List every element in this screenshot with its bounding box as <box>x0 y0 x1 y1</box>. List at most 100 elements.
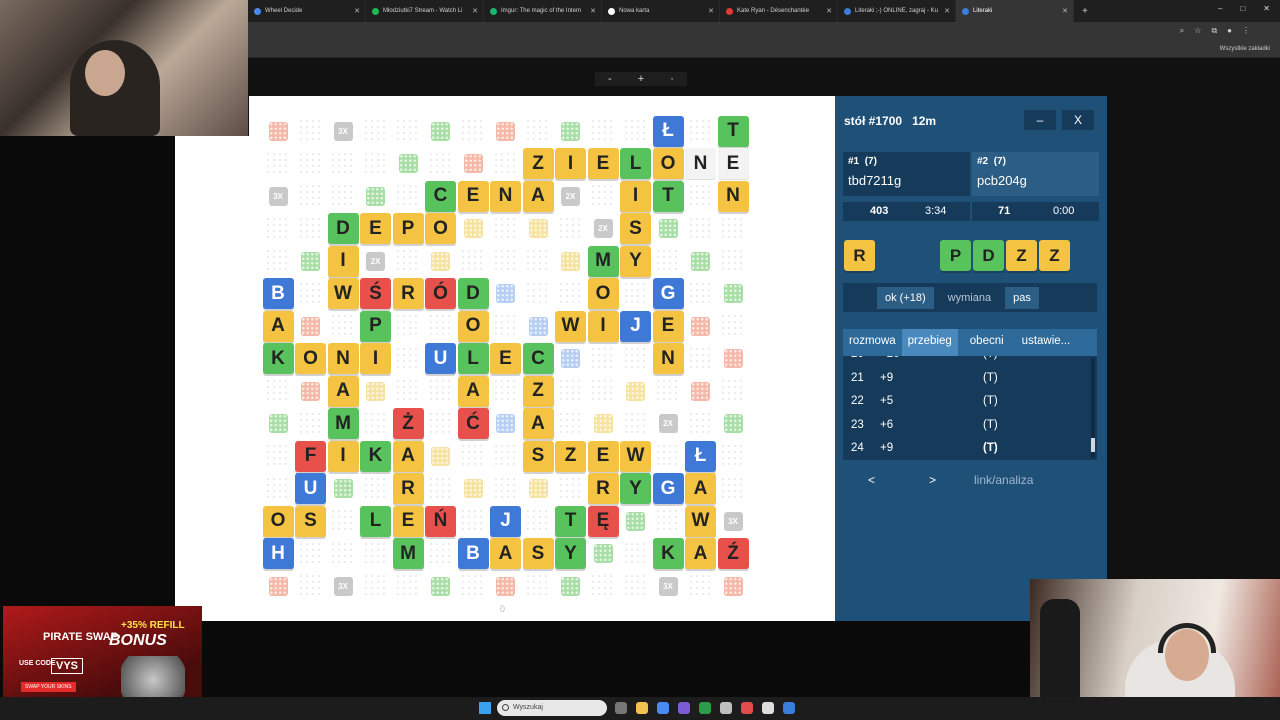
board-cell-bonus[interactable] <box>555 245 587 277</box>
board-cell-tile[interactable]: E <box>587 148 619 180</box>
menu-icon[interactable]: ⋮ <box>1242 26 1250 36</box>
board-cell-empty[interactable] <box>360 538 392 570</box>
board-cell-empty[interactable] <box>490 440 522 472</box>
board-cell-empty[interactable] <box>425 310 457 342</box>
board-cell-empty[interactable] <box>295 148 327 180</box>
close-tab-icon[interactable]: ✕ <box>944 7 950 15</box>
move-history-list[interactable]: 20 +20 (T) 21 +9 (T) 22 +5 (T) 23 +6 (T) 24 +9 (T) <box>843 356 1097 460</box>
profile-icon[interactable]: ● <box>1227 26 1232 36</box>
board-cell-empty[interactable] <box>717 375 749 407</box>
board-cell-tile[interactable]: T <box>717 115 749 147</box>
board-cell-empty[interactable] <box>620 343 652 375</box>
board-cell-tile[interactable]: W <box>327 278 359 310</box>
board-cell-empty[interactable] <box>425 375 457 407</box>
board-cell-bonus[interactable]: 3X <box>262 180 294 212</box>
board-cell-empty[interactable] <box>620 570 652 602</box>
board-cell-tile[interactable]: S <box>620 213 652 245</box>
board-cell-empty[interactable] <box>587 180 619 212</box>
board-cell-empty[interactable] <box>457 115 489 147</box>
board-cell-bonus[interactable] <box>425 440 457 472</box>
board-cell-tile[interactable]: I <box>620 180 652 212</box>
app-icon[interactable] <box>699 702 711 714</box>
board-cell-bonus[interactable] <box>555 570 587 602</box>
board-cell-empty[interactable] <box>457 440 489 472</box>
board-cell-empty[interactable] <box>490 310 522 342</box>
board-cell-tile[interactable]: Ł <box>685 440 717 472</box>
star-icon[interactable]: ☆ <box>1194 26 1201 36</box>
app-icon[interactable] <box>741 702 753 714</box>
close-tab-icon[interactable]: ✕ <box>590 7 596 15</box>
board-cell-tile[interactable]: P <box>392 213 424 245</box>
board-cell-empty[interactable] <box>652 505 684 537</box>
board-cell-tile[interactable]: Ź <box>717 538 749 570</box>
board-cell-empty[interactable] <box>295 408 327 440</box>
board-cell-empty[interactable] <box>490 375 522 407</box>
board-cell-empty[interactable] <box>262 245 294 277</box>
extensions-icon[interactable]: ⧉ <box>1211 26 1217 36</box>
board-cell-bonus[interactable]: 2X <box>587 213 619 245</box>
board-cell-tile[interactable]: T <box>652 180 684 212</box>
board-cell-empty[interactable] <box>457 245 489 277</box>
board-cell-empty[interactable] <box>360 148 392 180</box>
game-board[interactable]: 3X Ł T Z I E L O N E 3X C E N A 2X I T N D E P O 2X S I 2X M Y B W Ś R Ó D… <box>262 115 750 603</box>
board-cell-empty[interactable] <box>587 570 619 602</box>
board-cell-empty[interactable] <box>717 440 749 472</box>
board-cell-tile[interactable]: Y <box>555 538 587 570</box>
board-cell-empty[interactable] <box>392 570 424 602</box>
browser-tab[interactable]: Imgur: The magic of the Intern ✕ <box>484 0 602 22</box>
board-cell-empty[interactable] <box>490 148 522 180</box>
board-cell-empty[interactable] <box>457 505 489 537</box>
board-cell-tile[interactable]: F <box>295 440 327 472</box>
board-cell-empty[interactable] <box>327 148 359 180</box>
board-cell-empty[interactable] <box>555 278 587 310</box>
board-cell-empty[interactable] <box>392 180 424 212</box>
board-cell-tile[interactable]: M <box>392 538 424 570</box>
board-cell-bonus[interactable] <box>522 213 554 245</box>
board-cell-empty[interactable] <box>295 538 327 570</box>
exchange-button[interactable]: wymiana <box>940 287 999 309</box>
close-window-button[interactable]: ✕ <box>1263 4 1270 13</box>
board-cell-empty[interactable] <box>587 115 619 147</box>
board-cell-empty[interactable] <box>587 375 619 407</box>
zoom-out-button[interactable]: - <box>608 73 612 85</box>
rack-tile[interactable]: D <box>973 240 1004 271</box>
browser-tab[interactable]: Nowa karta ✕ <box>602 0 720 22</box>
board-cell-empty[interactable] <box>295 180 327 212</box>
tab-players[interactable]: obecni <box>958 329 1010 356</box>
board-cell-tile[interactable]: A <box>490 538 522 570</box>
next-button[interactable]: > <box>929 473 936 487</box>
board-cell-empty[interactable] <box>522 245 554 277</box>
board-cell-empty[interactable] <box>620 278 652 310</box>
board-cell-tile[interactable]: W <box>620 440 652 472</box>
board-cell-tile[interactable]: Ć <box>457 408 489 440</box>
board-cell-bonus[interactable] <box>587 408 619 440</box>
board-cell-tile[interactable]: G <box>652 473 684 505</box>
board-cell-bonus[interactable]: 3X <box>327 570 359 602</box>
board-cell-tile[interactable]: I <box>587 310 619 342</box>
board-cell-tile[interactable]: Ó <box>425 278 457 310</box>
prev-button[interactable]: < <box>868 473 875 487</box>
board-cell-empty[interactable] <box>717 213 749 245</box>
app-icon[interactable] <box>762 702 774 714</box>
board-cell-empty[interactable] <box>652 375 684 407</box>
board-cell-bonus[interactable] <box>620 505 652 537</box>
board-cell-tile[interactable]: B <box>457 538 489 570</box>
board-cell-bonus[interactable] <box>425 570 457 602</box>
close-tab-icon[interactable]: ✕ <box>1062 7 1068 15</box>
analysis-link[interactable]: link/analiza <box>974 473 1033 487</box>
board-cell-bonus[interactable] <box>490 115 522 147</box>
close-tab-icon[interactable]: ✕ <box>708 7 714 15</box>
board-cell-empty[interactable] <box>295 213 327 245</box>
board-cell-tile[interactable]: E <box>652 310 684 342</box>
board-cell-bonus[interactable] <box>457 473 489 505</box>
browser-tab[interactable]: Młodziutki7 Stream - Watch Li ✕ <box>366 0 484 22</box>
board-cell-empty[interactable] <box>685 343 717 375</box>
board-cell-empty[interactable] <box>457 570 489 602</box>
board-cell-bonus[interactable] <box>685 375 717 407</box>
board-cell-empty[interactable] <box>522 278 554 310</box>
board-cell-bonus[interactable] <box>295 310 327 342</box>
board-cell-empty[interactable] <box>490 213 522 245</box>
board-cell-empty[interactable] <box>425 538 457 570</box>
board-cell-bonus[interactable] <box>652 213 684 245</box>
board-cell-bonus[interactable] <box>392 148 424 180</box>
